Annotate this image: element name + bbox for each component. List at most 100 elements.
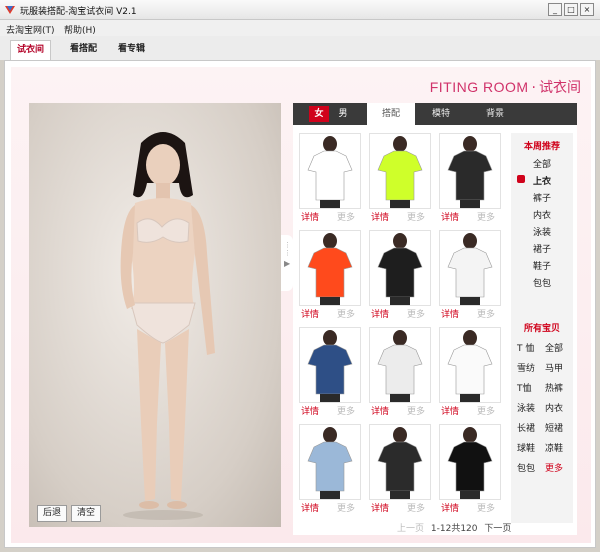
more-link[interactable]: 更多 [337,210,355,223]
menu-help[interactable]: 帮助(H) [64,23,96,36]
main-panel: FITING ROOM · 试衣间 后退 清空 ⋮ ⋮ ▶ 女 男 搭配 模特 … [4,60,596,548]
product-thumbnail[interactable] [369,327,431,403]
detail-link[interactable]: 详情 [301,501,319,514]
product-card[interactable]: 详情 更多 [369,424,431,514]
tab-fitting-room[interactable]: 试衣间 [10,40,52,60]
detail-link[interactable]: 详情 [371,307,389,320]
gender-female-tab[interactable]: 女 [309,106,329,122]
product-card[interactable]: 详情 更多 [369,327,431,417]
product-thumbnail[interactable] [299,230,361,306]
all-category-item[interactable]: 更多 [545,461,563,474]
detail-link[interactable]: 详情 [301,210,319,223]
more-link[interactable]: 更多 [477,501,495,514]
product-card[interactable]: 详情 更多 [439,327,501,417]
maximize-button[interactable]: □ [564,3,578,16]
product-thumbnail[interactable] [439,230,501,306]
all-category-item[interactable]: 球鞋 [517,441,535,454]
tab-outfits[interactable]: 看搭配 [64,40,103,60]
weekly-category-item[interactable]: 裤子 [533,191,551,204]
detail-link[interactable]: 详情 [441,210,459,223]
product-card[interactable]: 详情 更多 [299,424,361,514]
more-link[interactable]: 更多 [337,404,355,417]
product-card[interactable]: 详情 更多 [299,230,361,320]
all-category-item[interactable]: 凉鞋 [545,441,563,454]
blouse-white-icon [440,328,500,402]
product-thumbnail[interactable] [369,230,431,306]
detail-link[interactable]: 详情 [371,404,389,417]
weekly-category-item[interactable]: 鞋子 [533,259,551,272]
back-button[interactable]: 后退 [37,505,68,522]
product-card[interactable]: 详情 更多 [439,230,501,320]
all-category-item[interactable]: 全部 [545,341,563,354]
tab-outfit-items[interactable]: 搭配 [367,103,415,125]
product-card[interactable]: 详情 更多 [439,133,501,223]
all-items-heading: 所有宝贝 [523,324,560,334]
more-link[interactable]: 更多 [477,404,495,417]
detail-link[interactable]: 详情 [301,404,319,417]
weekly-category-item[interactable]: 裙子 [533,242,551,255]
all-category-item[interactable]: 雪纺 [517,361,535,374]
gender-male-tab[interactable]: 男 [333,106,353,122]
product-card[interactable]: 详情 更多 [439,424,501,514]
more-link[interactable]: 更多 [407,210,425,223]
tab-albums[interactable]: 看专辑 [112,40,151,60]
more-link[interactable]: 更多 [407,404,425,417]
product-card[interactable]: 详情 更多 [369,133,431,223]
all-category-item[interactable]: 包包 [517,461,535,474]
brand-title: FITING ROOM · 试衣间 [430,77,581,97]
detail-link[interactable]: 详情 [441,307,459,320]
menu-taobao[interactable]: 去淘宝网(T) [6,23,55,36]
product-thumbnail[interactable] [299,133,361,209]
more-link[interactable]: 更多 [407,307,425,320]
page-info: 1-12共120 [430,524,478,534]
product-card[interactable]: 详情 更多 [299,133,361,223]
tshirt-poster-icon [440,425,500,499]
weekly-category-item[interactable]: 泳装 [533,225,551,238]
product-card[interactable]: 详情 更多 [299,327,361,417]
tab-backgrounds[interactable]: 背景 [471,103,519,125]
more-link[interactable]: 更多 [477,307,495,320]
product-thumbnail[interactable] [369,133,431,209]
product-thumbnail[interactable] [439,133,501,209]
panel-collapse-handle[interactable]: ⋮ ⋮ ▶ [281,235,293,291]
tab-models[interactable]: 模特 [417,103,465,125]
more-link[interactable]: 更多 [337,501,355,514]
panel-tab-bar: 女 男 搭配 模特 背景 [293,103,577,125]
detail-link[interactable]: 详情 [371,501,389,514]
menu-bar: 去淘宝网(T) 帮助(H) [0,20,600,36]
weekly-category-item[interactable]: 内衣 [533,208,551,221]
product-thumbnail[interactable] [299,327,361,403]
more-link[interactable]: 更多 [477,210,495,223]
all-category-item[interactable]: 马甲 [545,361,563,374]
weekly-category-item[interactable]: 全部 [533,157,551,170]
product-thumbnail[interactable] [439,327,501,403]
detail-link[interactable]: 详情 [371,210,389,223]
close-button[interactable]: × [580,3,594,16]
prev-page-link[interactable]: 上一页 [397,524,424,534]
all-category-item[interactable]: T恤 [517,381,532,394]
all-category-item[interactable]: T 恤 [517,341,534,354]
all-category-item[interactable]: 泳装 [517,401,535,414]
weekly-picks-heading: 本周推荐 [523,142,560,152]
detail-link[interactable]: 详情 [441,501,459,514]
minimize-button[interactable]: _ [548,3,562,16]
main-tabs: 试衣间 看搭配 看专辑 [0,36,600,60]
shirt-denim-icon [300,328,360,402]
clear-button[interactable]: 清空 [71,505,102,522]
all-category-item[interactable]: 短裙 [545,421,563,434]
model-viewport[interactable]: 后退 清空 [29,103,281,527]
weekly-category-item[interactable]: 上衣 [533,174,551,187]
product-thumbnail[interactable] [439,424,501,500]
all-category-item[interactable]: 热裤 [545,381,563,394]
all-category-item[interactable]: 长裙 [517,421,535,434]
product-thumbnail[interactable] [299,424,361,500]
next-page-link[interactable]: 下一页 [484,524,511,534]
all-category-item[interactable]: 内衣 [545,401,563,414]
detail-link[interactable]: 详情 [441,404,459,417]
detail-link[interactable]: 详情 [301,307,319,320]
weekly-category-item[interactable]: 包包 [533,276,551,289]
product-card[interactable]: 详情 更多 [369,230,431,320]
more-link[interactable]: 更多 [407,501,425,514]
product-thumbnail[interactable] [369,424,431,500]
more-link[interactable]: 更多 [337,307,355,320]
